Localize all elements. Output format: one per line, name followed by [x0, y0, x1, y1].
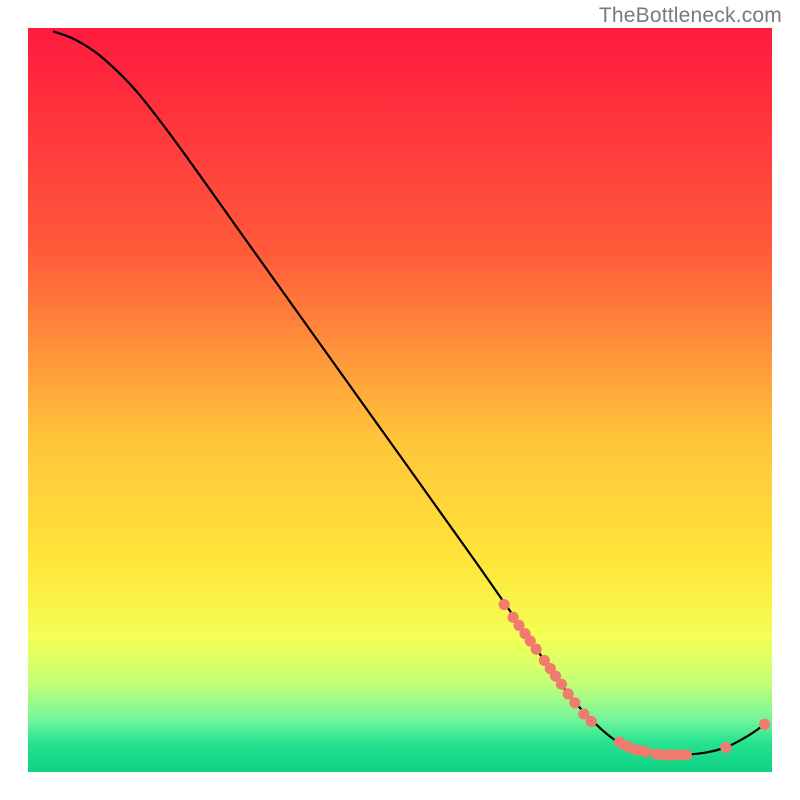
data-point: [556, 679, 567, 690]
data-point: [586, 716, 597, 727]
data-point: [531, 644, 542, 655]
gradient-background: [28, 28, 772, 772]
watermark-text: TheBottleneck.com: [599, 4, 782, 28]
data-point: [641, 746, 652, 757]
data-point: [720, 742, 731, 753]
chart-canvas: [0, 0, 800, 800]
data-point: [681, 749, 692, 760]
data-point: [569, 697, 580, 708]
data-point: [759, 719, 770, 730]
data-point: [499, 599, 510, 610]
bottleneck-chart: TheBottleneck.com: [0, 0, 800, 800]
data-point: [563, 688, 574, 699]
